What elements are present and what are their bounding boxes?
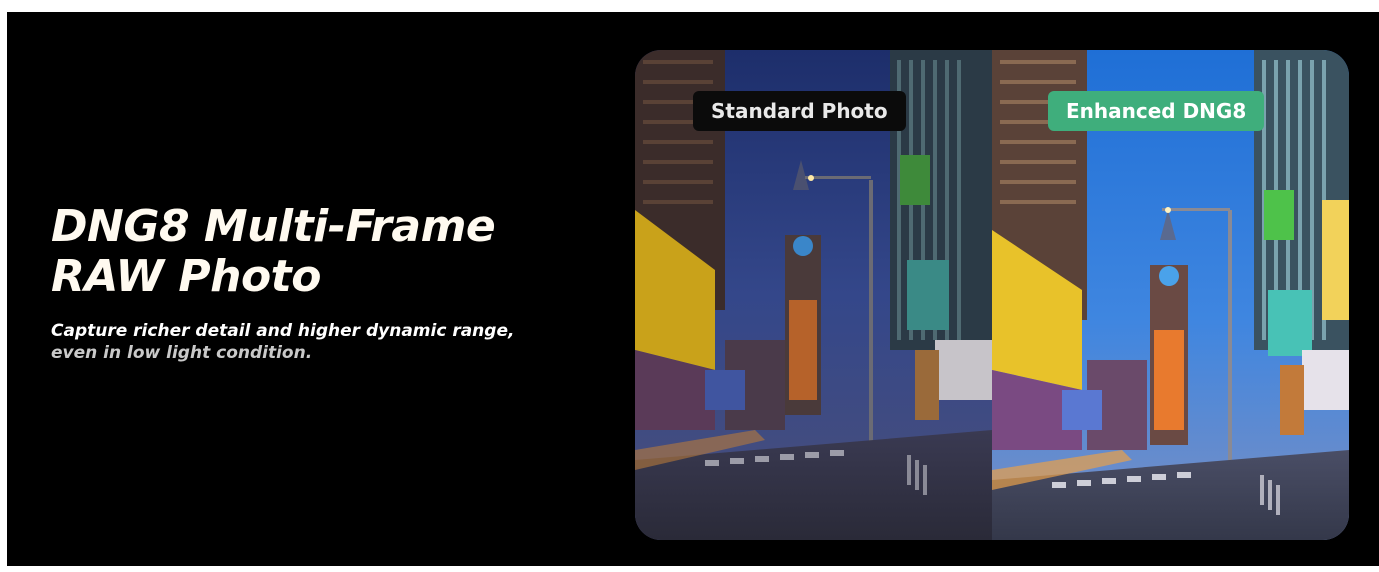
hero-banner: DNG8 Multi-Frame RAW Photo Capture riche… xyxy=(7,12,1379,566)
subheadline: Capture richer detail and higher dynamic… xyxy=(51,320,611,364)
photo-comparison: Standard Photo Enhanced DNG8 xyxy=(635,50,1349,540)
subheadline-line-1: Capture richer detail and higher dynamic… xyxy=(51,321,515,341)
enhanced-dng8-label: Enhanced DNG8 xyxy=(1048,91,1265,131)
hero-text: DNG8 Multi-Frame RAW Photo Capture riche… xyxy=(51,202,611,364)
headline-line-2: RAW Photo xyxy=(51,251,321,302)
subheadline-line-2: even in low light condition. xyxy=(51,343,313,363)
standard-photo-label: Standard Photo xyxy=(693,91,906,131)
headline-line-1: DNG8 Multi-Frame xyxy=(51,201,496,252)
headline: DNG8 Multi-Frame RAW Photo xyxy=(51,202,611,302)
